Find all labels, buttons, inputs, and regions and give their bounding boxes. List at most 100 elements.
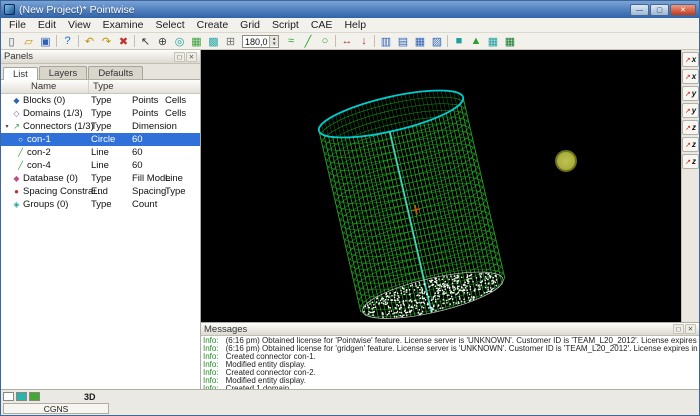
menu-help[interactable]: Help	[338, 18, 372, 32]
view-x-button-1[interactable]: ↗x	[682, 69, 699, 84]
tab-list[interactable]: List	[3, 67, 38, 80]
right-area: ↗x↗x↗y↗y↗z↗z↗z Messages ◻ ✕ Info:(6:16 p…	[201, 50, 699, 389]
delete-icon[interactable]: ✖	[115, 34, 132, 49]
messages-title: Messages	[204, 324, 672, 335]
split-connector-icon[interactable]: ▥	[377, 34, 394, 49]
menu-file[interactable]: File	[3, 18, 32, 32]
messages-header: Messages ◻ ✕	[201, 323, 699, 336]
tab-layers[interactable]: Layers	[39, 66, 88, 79]
toolbar: ▯▱▣?↶↷✖↖⊕◎▦▩⊞180,0▲▼≈╱○↔↓▥▤▦▨■▲▦▦	[1, 33, 699, 50]
expander-icon[interactable]: ▾	[3, 123, 11, 130]
view-x-button-0[interactable]: ↗x	[682, 52, 699, 67]
layer-swatches: 3D	[3, 391, 199, 402]
select-pointer-icon[interactable]: ↖	[137, 34, 154, 49]
tree-row-connectors-1-3-[interactable]: ▾↗Connectors (1/3)TypeDimension	[1, 120, 200, 133]
cae-solver-icon[interactable]: ▦	[501, 34, 518, 49]
tree-row-col: 60	[132, 160, 143, 171]
spinner-arrows[interactable]: ▲▼	[269, 36, 278, 47]
line-connector-icon: ╱	[15, 161, 26, 170]
tree-row-blocks-0-[interactable]: ◆Blocks (0)TypePointsCells	[1, 94, 200, 107]
menu-edit[interactable]: Edit	[32, 18, 62, 32]
tab-defaults[interactable]: Defaults	[88, 66, 143, 79]
help-question-icon[interactable]: ?	[59, 34, 76, 49]
messages-close-icon[interactable]: ✕	[685, 324, 696, 334]
center-rotation-icon[interactable]: ◎	[171, 34, 188, 49]
minimize-button[interactable]: —	[630, 4, 649, 16]
spin-down-icon[interactable]: ▼	[270, 41, 278, 46]
create-spline-icon[interactable]: ≈	[282, 34, 299, 49]
undo-icon[interactable]: ↶	[81, 34, 98, 49]
menu-cae[interactable]: CAE	[305, 18, 339, 32]
structured-domain-icon[interactable]: ▦	[411, 34, 428, 49]
tree-row-col: End	[91, 186, 108, 197]
axis-letter: x	[692, 55, 696, 64]
view-z-button-6[interactable]: ↗z	[682, 154, 699, 169]
tree-row-con-1[interactable]: ○con-1Circle60	[1, 133, 200, 146]
menu-script[interactable]: Script	[266, 18, 305, 32]
display-viewport[interactable]	[201, 50, 681, 322]
dimension-icon[interactable]: ↔	[338, 34, 355, 49]
tree-row-domains-1-3-[interactable]: ◇Domains (1/3)TypePointsCells	[1, 107, 200, 120]
show-points-icon[interactable]: ▩	[205, 34, 222, 49]
redo-icon[interactable]: ↷	[98, 34, 115, 49]
line-connector-icon: ╱	[15, 148, 26, 157]
open-folder-icon[interactable]: ▱	[20, 34, 37, 49]
close-button[interactable]: ✕	[670, 4, 696, 16]
group-icon: ◈	[11, 200, 22, 209]
status-swatch-2	[29, 392, 40, 401]
create-circle-icon[interactable]: ○	[316, 34, 333, 49]
menu-create[interactable]: Create	[191, 18, 235, 32]
tree-row-groups-0-[interactable]: ◈Groups (0)TypeCount	[1, 198, 200, 211]
tree-row-col: Type	[165, 186, 186, 197]
tree-row-con-4[interactable]: ╱con-4Line60	[1, 159, 200, 172]
maximize-button[interactable]: ▢	[650, 4, 669, 16]
menu-select[interactable]: Select	[149, 18, 190, 32]
axis-arrow-icon: ↗	[685, 141, 691, 149]
status-right	[201, 390, 699, 415]
menu-grid[interactable]: Grid	[234, 18, 266, 32]
title-bar[interactable]: (New Project)* Pointwise — ▢ ✕	[1, 1, 699, 18]
menu-examine[interactable]: Examine	[97, 18, 150, 32]
new-file-icon[interactable]: ▯	[3, 34, 20, 49]
tree-header-name[interactable]: Name	[1, 80, 89, 93]
tree-row-col: Circle	[91, 134, 115, 145]
project-entities-icon[interactable]: ↓	[355, 34, 372, 49]
tree-row-col: Line	[91, 147, 109, 158]
tree-row-col: Line	[91, 160, 109, 171]
zoom-icon[interactable]: ⊕	[154, 34, 171, 49]
create-block-icon[interactable]: ■	[450, 34, 467, 49]
panel-close-icon[interactable]: ✕	[186, 52, 197, 62]
tree-header[interactable]: Name Type	[1, 80, 200, 94]
create-line-icon[interactable]: ╱	[299, 34, 316, 49]
tree-row-label: Database (0)	[23, 173, 78, 184]
rotation-angle-input[interactable]: 180,0▲▼	[242, 35, 279, 48]
toolbar-separator	[447, 35, 448, 47]
join-connector-icon[interactable]: ▤	[394, 34, 411, 49]
tree-header-type[interactable]: Type	[89, 80, 200, 93]
main-area: Panels ◻ ✕ ListLayersDefaults Name Type …	[1, 50, 699, 389]
tree-row-col: 60	[132, 147, 143, 158]
view-y-button-2[interactable]: ↗y	[682, 86, 699, 101]
show-grid-icon[interactable]: ▦	[188, 34, 205, 49]
tree-row-database-0-[interactable]: ◆Database (0)TypeFill ModeLine	[1, 172, 200, 185]
unstructured-domain-icon[interactable]: ▨	[428, 34, 445, 49]
tree-row-spacing-constrai-[interactable]: ●Spacing Constrai...EndSpacingType	[1, 185, 200, 198]
menu-view[interactable]: View	[62, 18, 97, 32]
measure-icon[interactable]: ⊞	[222, 34, 239, 49]
messages-log[interactable]: Info:(6:16 pm) Obtained license for 'Poi…	[201, 336, 699, 389]
view-z-button-5[interactable]: ↗z	[682, 137, 699, 152]
tree-row-col: Cells	[165, 95, 186, 106]
save-icon[interactable]: ▣	[37, 34, 54, 49]
tree-row-label: con-1	[27, 134, 51, 145]
panel-float-icon[interactable]: ◻	[174, 52, 185, 62]
tree-row-con-2[interactable]: ╱con-2Line60	[1, 146, 200, 159]
examine-mesh-icon[interactable]: ▦	[484, 34, 501, 49]
messages-float-icon[interactable]: ◻	[673, 324, 684, 334]
toolbar-separator	[78, 35, 79, 47]
status-bar: 3D CGNS	[1, 389, 699, 415]
view-z-button-4[interactable]: ↗z	[682, 120, 699, 135]
tree-row-col: Line	[165, 173, 183, 184]
extrude-icon[interactable]: ▲	[467, 34, 484, 49]
view-y-button-3[interactable]: ↗y	[682, 103, 699, 118]
block-icon: ◆	[11, 96, 22, 105]
